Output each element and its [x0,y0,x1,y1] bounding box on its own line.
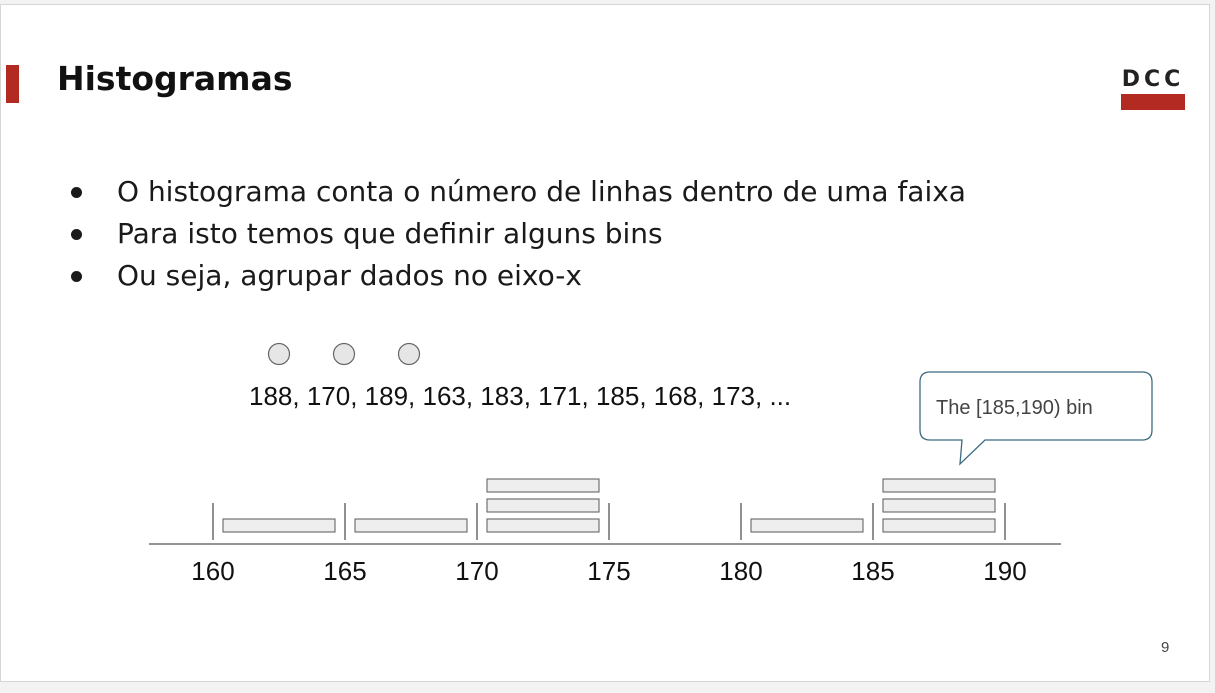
bin-bar [882,498,996,513]
axis-tick-label: 190 [983,556,1026,586]
pointer-circle-icon [267,342,291,366]
callout-bubble: The [185,190) bin [919,371,1153,466]
axis-tick-label: 165 [323,556,366,586]
pointer-circle-icon [397,342,421,366]
callout-text: The [185,190) bin [936,397,1093,419]
bin-bar [486,478,600,493]
axis-labels: 160 165 170 175 180 185 190 [191,556,1026,586]
pointer-circle-icon [332,342,356,366]
histogram-illustration: 188, 170, 189, 163, 183, 171, 185, 168, … [149,342,1153,586]
pointer-circles [267,342,421,366]
axis-tick-label: 170 [455,556,498,586]
axis-tick-label: 175 [587,556,630,586]
bin-bar [882,478,996,493]
axis-tick-label: 185 [851,556,894,586]
bin-bar [354,518,468,533]
axis-tick-label: 180 [719,556,762,586]
bin-bar [882,518,996,533]
axis-tick-label: 160 [191,556,234,586]
bin-bar [222,518,336,533]
bin-bar [750,518,864,533]
bin-bar [486,518,600,533]
bin-bar [486,498,600,513]
data-sequence: 188, 170, 189, 163, 183, 171, 185, 168, … [249,381,791,411]
